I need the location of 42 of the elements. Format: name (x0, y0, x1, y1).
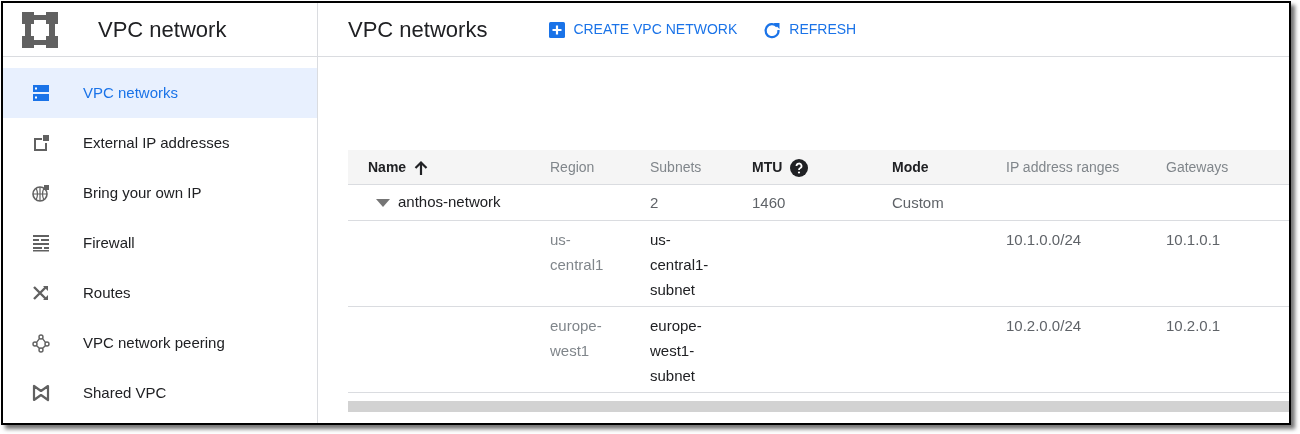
table-cell-text: 10.2.0.1 (1166, 316, 1222, 336)
sidebar-item[interactable]: Routes (3, 268, 317, 318)
sort-up-arrow-icon[interactable] (414, 159, 429, 176)
table-cell-text: 10.1.0.0/24 (1006, 230, 1083, 250)
crossing-arrows-icon (31, 283, 51, 303)
column-header[interactable]: IP address ranges (1006, 157, 1120, 178)
column-header[interactable]: Name (368, 157, 429, 178)
sidebar-item[interactable]: Shared VPC (3, 368, 317, 418)
column-header[interactable]: Mode (892, 157, 929, 178)
column-header[interactable]: MTU (752, 157, 809, 178)
connected-nodes-icon (31, 333, 51, 353)
expand-toggle[interactable] (376, 198, 390, 207)
globe-icon (31, 183, 51, 203)
table-cell-text: 10.2.0.0/24 (1006, 316, 1083, 336)
server-list-icon (31, 83, 51, 103)
table-cell-text: europe-west1 (550, 316, 603, 361)
column-header[interactable]: Region (550, 157, 595, 178)
sidebar-item[interactable]: VPC networks (3, 68, 317, 118)
sidebar-item[interactable]: Firewall (3, 218, 317, 268)
product-title: VPC network (98, 16, 227, 44)
horizontal-scrollbar[interactable] (348, 401, 1289, 412)
table-cell-text: us-central1-subnet (650, 230, 710, 300)
sidebar-item[interactable]: External IP addresses (3, 118, 317, 168)
table-cell-text: Custom (892, 193, 945, 213)
table-cell-text: 2 (650, 193, 660, 213)
network-logo-icon (22, 11, 58, 48)
refresh-icon (763, 20, 782, 39)
network-name[interactable]: anthos-network (398, 191, 501, 214)
add-icon (549, 21, 566, 38)
table-cell-text: us-central1 (550, 230, 605, 275)
create-button[interactable]: CREATE VPC NETWORK (549, 19, 738, 40)
sidebar-item[interactable]: VPC network peering (3, 318, 317, 368)
table-cell-text: europe-west1-subnet (650, 316, 703, 386)
help-icon[interactable] (790, 158, 809, 177)
sidebar-item[interactable]: Bring your own IP (3, 168, 317, 218)
refresh-button[interactable]: REFRESH (763, 19, 857, 40)
table-cell-text: 1460 (752, 193, 787, 213)
brick-wall-icon (31, 233, 51, 253)
table-cell-text: 10.1.0.1 (1166, 230, 1222, 250)
page-title: VPC networks (348, 16, 488, 44)
bowtie-icon (31, 383, 51, 403)
external-address-icon (31, 133, 51, 153)
